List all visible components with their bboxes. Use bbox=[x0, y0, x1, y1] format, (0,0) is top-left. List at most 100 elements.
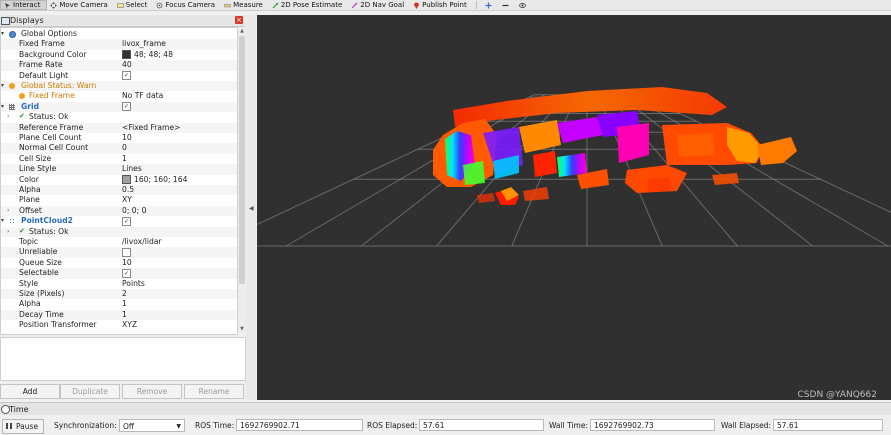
tree-row[interactable]: Background Color 48; 48; 48 bbox=[1, 50, 237, 60]
tree-row-value[interactable]: No TF data bbox=[122, 91, 163, 101]
wall-time-field[interactable]: 1692769902.73 bbox=[590, 419, 715, 431]
tree-row-value[interactable]: ✓ bbox=[122, 216, 131, 226]
wall-elapsed-field[interactable]: 57.61 bbox=[773, 419, 883, 431]
tree-row-value[interactable]: 0.5 bbox=[122, 185, 134, 195]
tree-row[interactable]: Topic/livox/lidar bbox=[1, 237, 237, 247]
tool-nav-goal[interactable]: 2D Nav Goal bbox=[348, 0, 410, 10]
tree-row-value[interactable]: 0 bbox=[122, 143, 127, 153]
tool-select[interactable]: Select bbox=[114, 0, 154, 10]
tree-row-value[interactable]: XYZ bbox=[122, 320, 137, 330]
tool-publish-point[interactable]: Publish Point bbox=[410, 0, 473, 10]
displays-panel-title: Displays bbox=[10, 16, 44, 25]
displays-tree[interactable]: ▾ Global Options Fixed Frame livox_frame Bac… bbox=[0, 27, 238, 335]
duplicate-button[interactable]: Duplicate bbox=[60, 384, 120, 399]
tree-row-value-text: 1 bbox=[122, 299, 127, 309]
scroll-down-icon[interactable]: ▼ bbox=[239, 326, 245, 332]
chevron-right-icon[interactable]: › bbox=[7, 227, 9, 237]
ros-time-field[interactable]: 1692769902.71 bbox=[236, 419, 363, 431]
displays-scrollbar[interactable]: ▲ ▼ bbox=[237, 27, 246, 333]
scrollbar-thumb[interactable] bbox=[239, 36, 245, 284]
sync-select[interactable]: Off ▼ bbox=[119, 419, 185, 432]
tree-row[interactable]: Default Light ✓ bbox=[1, 71, 237, 81]
tree-row[interactable]: Selectable ✓ bbox=[1, 268, 237, 279]
tree-row-value[interactable]: ✓ bbox=[122, 102, 131, 112]
tree-row-value[interactable]: 2 bbox=[122, 289, 127, 299]
chevron-down-icon[interactable]: ▾ bbox=[1, 102, 4, 112]
tool-move-camera[interactable]: Move Camera bbox=[47, 0, 113, 10]
checkbox-checked[interactable]: ✓ bbox=[122, 268, 131, 278]
tree-row-value[interactable]: 1 bbox=[122, 299, 127, 309]
ros-elapsed-field[interactable]: 57.61 bbox=[419, 419, 544, 431]
tree-row[interactable]: › Offset 0; 0; 0 bbox=[1, 205, 237, 217]
plus-icon[interactable] bbox=[485, 2, 492, 9]
panel-splitter[interactable]: ◀ bbox=[246, 15, 256, 400]
tree-row[interactable]: Line Style Lines bbox=[1, 164, 237, 175]
tree-row-value[interactable]: Points bbox=[122, 279, 145, 289]
tree-row-value[interactable]: 0; 0; 0 bbox=[122, 206, 146, 216]
tree-row-value[interactable]: XY bbox=[122, 195, 132, 205]
tree-row[interactable]: ▾ PointCloud2 ✓ bbox=[1, 216, 237, 226]
tree-row[interactable]: Decay Time 1 bbox=[1, 309, 237, 321]
chevron-down-icon[interactable]: ▾ bbox=[1, 81, 4, 91]
tool-measure[interactable]: Measure bbox=[221, 0, 269, 10]
add-button[interactable]: Add bbox=[0, 384, 60, 399]
rename-button[interactable]: Rename bbox=[184, 384, 244, 399]
scroll-up-icon[interactable]: ▲ bbox=[239, 28, 245, 34]
checkbox-unchecked[interactable] bbox=[122, 248, 131, 258]
chevron-down-icon[interactable]: ▾ bbox=[1, 216, 4, 226]
tree-row[interactable]: Cell Size 1 bbox=[1, 154, 237, 164]
tree-row[interactable]: Color 160; 160; 164 bbox=[1, 175, 237, 185]
tree-row[interactable]: Plane Cell Count 10 bbox=[1, 133, 237, 143]
tree-row-value[interactable]: Lines bbox=[122, 164, 142, 174]
pause-button[interactable]: Pause bbox=[2, 419, 44, 434]
tool-interact[interactable]: Interact bbox=[0, 0, 48, 10]
tree-row-value[interactable]: 1 bbox=[122, 154, 127, 164]
tree-row[interactable]: ▾ Global Status: Warn bbox=[1, 81, 237, 92]
eye-icon[interactable] bbox=[518, 2, 526, 9]
tree-row-value[interactable]: /livox/lidar bbox=[122, 237, 162, 247]
tree-row[interactable]: Reference Frame <Fixed Frame> bbox=[1, 122, 237, 133]
close-icon[interactable]: × bbox=[235, 16, 243, 24]
tree-row-value[interactable]: ✓ bbox=[122, 71, 131, 81]
tree-row-value[interactable]: 40 bbox=[122, 60, 132, 70]
tree-row[interactable]: Fixed Frame No TF data bbox=[1, 91, 237, 101]
checkbox-checked[interactable]: ✓ bbox=[122, 71, 131, 81]
tree-row[interactable]: ▾ Global Options bbox=[1, 29, 237, 39]
tool-focus-camera[interactable]: Focus Camera bbox=[153, 0, 221, 10]
checkbox-checked[interactable]: ✓ bbox=[122, 216, 131, 226]
tool-pose-estimate[interactable]: 2D Pose Estimate bbox=[269, 0, 348, 10]
chevron-right-icon[interactable]: › bbox=[7, 206, 9, 216]
tree-row[interactable]: Size (Pixels) 2 bbox=[1, 289, 237, 300]
tree-row[interactable]: Unreliable bbox=[1, 247, 237, 258]
tree-row[interactable]: Alpha 1 bbox=[1, 299, 237, 309]
tree-row-value[interactable] bbox=[122, 247, 131, 258]
tree-row-value[interactable]: 10 bbox=[122, 133, 132, 143]
scene-canvas[interactable] bbox=[257, 15, 891, 400]
tree-row-value[interactable]: livox_frame bbox=[122, 39, 166, 49]
remove-button[interactable]: Remove bbox=[122, 384, 182, 399]
chevron-right-icon[interactable]: › bbox=[7, 112, 9, 122]
tree-row[interactable]: ▾ Grid ✓ bbox=[1, 101, 237, 113]
tree-row-value[interactable]: 160; 160; 164 bbox=[122, 175, 187, 185]
collapse-left-icon[interactable]: ◀ bbox=[249, 205, 254, 212]
chevron-down-icon[interactable]: ▾ bbox=[1, 29, 4, 39]
tree-row-value[interactable]: 1 bbox=[122, 310, 127, 320]
tree-row[interactable]: › ✔ Status: Ok bbox=[1, 226, 237, 237]
tree-row[interactable]: Plane XY bbox=[1, 195, 237, 205]
checkbox-checked[interactable]: ✓ bbox=[122, 102, 131, 112]
tree-row[interactable]: Queue Size 10 bbox=[1, 258, 237, 268]
tree-row[interactable]: Fixed Frame livox_frame bbox=[1, 39, 237, 50]
tree-row[interactable]: › ✔ Status: Ok bbox=[1, 112, 237, 122]
tree-row-value[interactable]: 48; 48; 48 bbox=[122, 50, 173, 60]
tree-row-value[interactable]: <Fixed Frame> bbox=[122, 123, 180, 133]
tree-row-value[interactable]: 10 bbox=[122, 258, 132, 268]
tree-row-value[interactable]: ✓ bbox=[122, 268, 131, 278]
minus-icon[interactable] bbox=[502, 2, 509, 9]
tree-row[interactable]: Alpha 0.5 bbox=[1, 185, 237, 196]
tree-row-key: Selectable bbox=[19, 268, 59, 278]
tree-row[interactable]: Frame Rate 40 bbox=[1, 60, 237, 71]
tree-row[interactable]: Style Points bbox=[1, 279, 237, 289]
tree-row[interactable]: Position Transformer XYZ bbox=[1, 320, 237, 330]
render-viewport[interactable]: CSDN @YANQ662 bbox=[257, 15, 891, 400]
tree-row[interactable]: Normal Cell Count 0 bbox=[1, 143, 237, 154]
